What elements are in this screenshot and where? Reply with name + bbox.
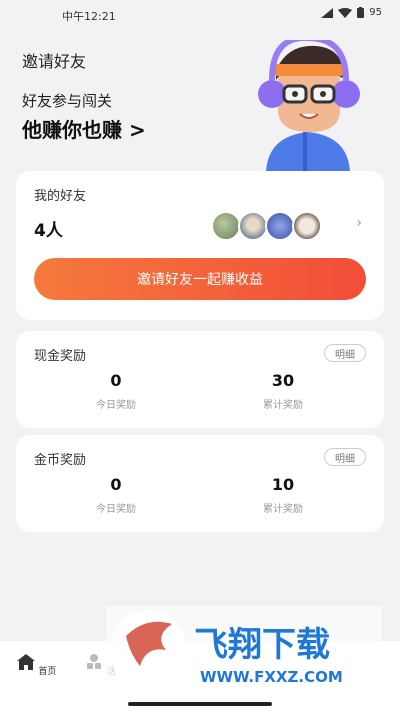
battery-icon	[357, 7, 365, 18]
coin-total-label: 累计奖励	[263, 504, 303, 515]
cash-detail-button[interactable]: 明细	[324, 344, 366, 362]
chevron-right-icon[interactable]: ›	[356, 215, 362, 231]
cash-total-value: 30	[271, 371, 295, 390]
cash-total-stat: 30 累计奖励	[233, 371, 333, 411]
status-time: 中午12:21	[62, 10, 116, 23]
cash-today-stat: 0 今日奖励	[66, 371, 166, 411]
coin-reward-title: 金币奖励	[34, 453, 87, 468]
cash-reward-card: 现金奖励 明细 0 今日奖励 30 累计奖励	[16, 331, 384, 428]
wifi-icon	[338, 7, 353, 18]
battery-level: 95	[369, 7, 382, 18]
friend-avatar-list[interactable]	[211, 211, 322, 241]
friends-card-title: 我的好友	[34, 189, 87, 204]
signal-icon	[321, 7, 334, 18]
tab-home-label: 首页	[38, 667, 57, 677]
coin-detail-button[interactable]: 明细	[324, 448, 366, 466]
avatar	[265, 211, 295, 241]
coin-reward-card: 金币奖励 明细 0 今日奖励 10 累计奖励	[16, 435, 384, 532]
status-bar: 中午12:21 95	[0, 0, 400, 28]
tab-home[interactable]: 首页	[14, 653, 58, 677]
watermark-logo: 飞翔下载 WWW.FXXZ.COM	[106, 606, 382, 690]
invite-friends-button[interactable]: 邀请好友一起赚收益	[34, 258, 366, 300]
coin-today-label: 今日奖励	[96, 504, 136, 515]
avatar	[211, 211, 241, 241]
watermark-url: WWW.FXXZ.COM	[200, 668, 343, 686]
friends-count: 4人	[34, 221, 63, 241]
hero-headline[interactable]: 他赚你也赚 >	[22, 114, 146, 143]
cash-total-label: 累计奖励	[263, 400, 303, 411]
coin-total-value: 10	[271, 475, 295, 494]
avatar	[292, 211, 322, 241]
coin-today-value: 0	[110, 475, 122, 494]
hero-subtitle: 好友参与闯关	[22, 92, 113, 110]
cash-reward-title: 现金奖励	[34, 349, 87, 364]
grid-icon	[87, 654, 102, 669]
avatar	[238, 211, 268, 241]
friends-card: 我的好友 4人 › 邀请好友一起赚收益	[16, 171, 384, 320]
status-icons: 95	[321, 7, 382, 18]
coin-total-stat: 10 累计奖励	[233, 475, 333, 515]
cash-today-value: 0	[110, 371, 122, 390]
page-title: 邀请好友	[22, 52, 87, 71]
cash-today-label: 今日奖励	[96, 400, 136, 411]
home-indicator	[128, 702, 272, 706]
mascot-illustration	[258, 40, 360, 172]
home-icon	[16, 654, 35, 670]
coin-today-stat: 0 今日奖励	[66, 475, 166, 515]
watermark-brand: 飞翔下载	[194, 625, 330, 665]
